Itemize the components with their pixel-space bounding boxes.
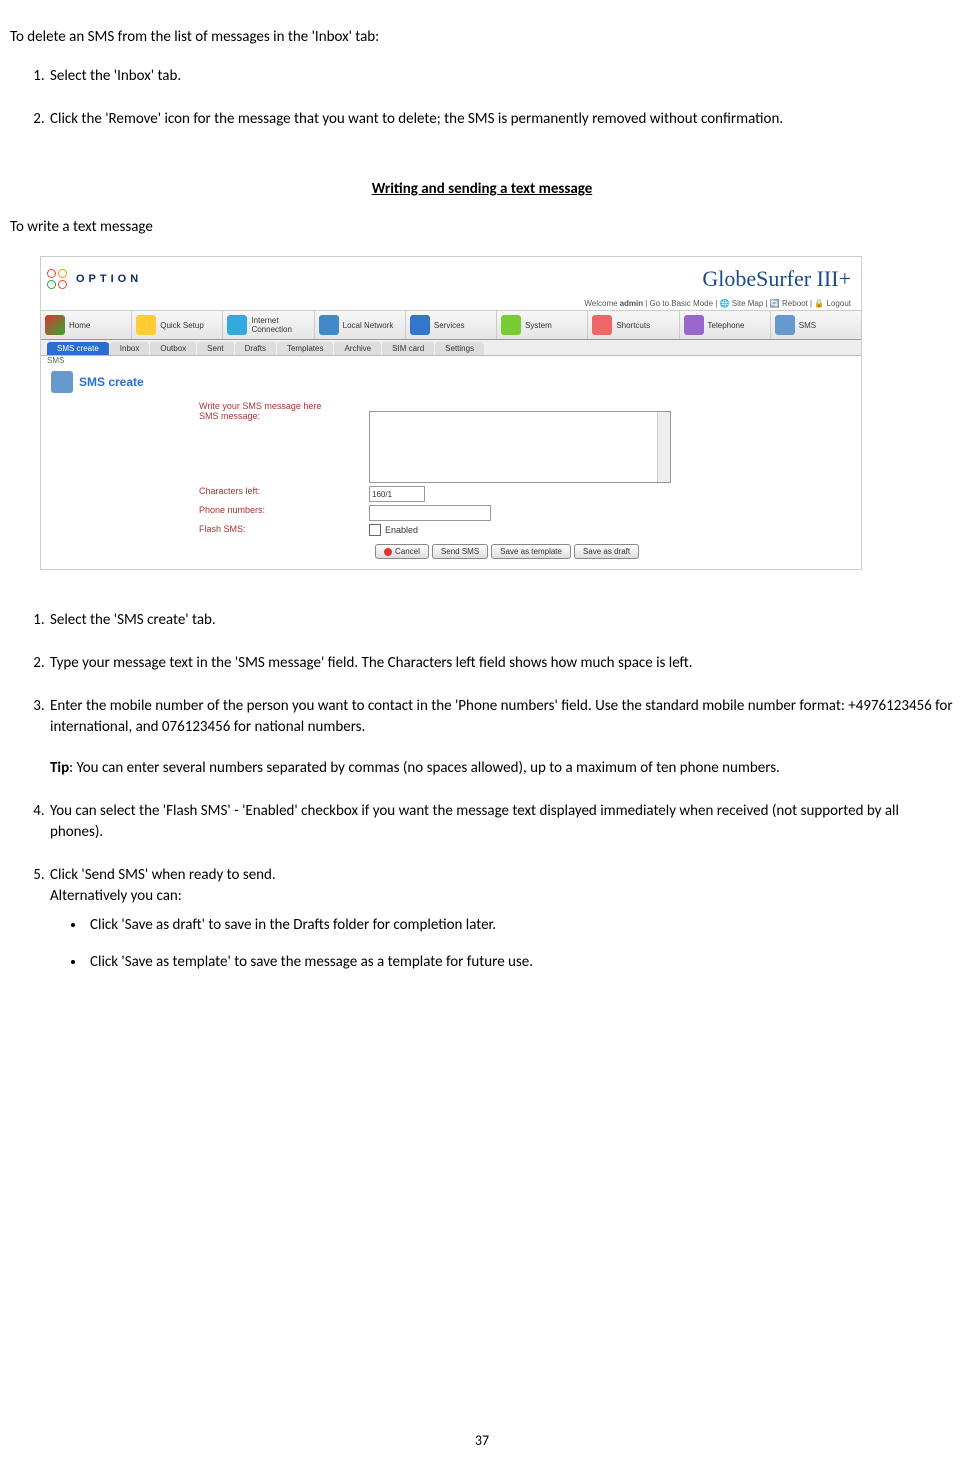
characters-left-value: 160/1 <box>369 486 425 502</box>
subtab-sent[interactable]: Sent <box>197 342 233 355</box>
delete-steps-list: Select the 'Inbox' tab. Click the 'Remov… <box>10 66 954 130</box>
sms-icon <box>51 371 73 393</box>
cancel-icon <box>384 548 392 556</box>
embedded-screenshot: OPTION GlobeSurfer III+ Welcome admin | … <box>40 256 862 570</box>
page-number: 37 <box>0 1432 964 1449</box>
phone-numbers-label: Phone numbers: <box>199 505 369 515</box>
subtab-sms-create[interactable]: SMS create <box>47 342 109 355</box>
write-step-3: Enter the mobile number of the person yo… <box>48 696 954 779</box>
subtab-sim-card[interactable]: SIM card <box>382 342 434 355</box>
services-icon <box>410 315 430 335</box>
section-heading: Writing and sending a text message <box>10 180 954 198</box>
cancel-button[interactable]: Cancel <box>375 544 429 559</box>
welcome-bar: Welcome admin | Go to Basic Mode | 🌐 Sit… <box>41 299 861 310</box>
page-title-row: SMS create <box>51 371 853 393</box>
bullet-save-draft: Click 'Save as draft' to save in the Dra… <box>86 915 954 936</box>
subtab-templates[interactable]: Templates <box>277 342 333 355</box>
scrollbar-icon[interactable] <box>657 412 670 482</box>
lightning-icon <box>136 315 156 335</box>
flash-sms-checkbox[interactable] <box>369 524 381 536</box>
characters-left-label: Characters left: <box>199 486 369 496</box>
tip-body: : You can enter several numbers separate… <box>69 759 780 777</box>
brand-globesurfer: GlobeSurfer III+ <box>702 266 851 292</box>
save-as-draft-button[interactable]: Save as draft <box>574 544 639 559</box>
subtab-settings[interactable]: Settings <box>435 342 484 355</box>
tab-local-network[interactable]: Local Network <box>315 311 406 339</box>
write-step-1: Select the 'SMS create' tab. <box>48 610 954 631</box>
ss-header: OPTION GlobeSurfer III+ <box>41 257 861 299</box>
home-icon <box>45 315 65 335</box>
save-as-template-button[interactable]: Save as template <box>491 544 571 559</box>
bullet-save-template: Click 'Save as template' to save the mes… <box>86 952 954 973</box>
phone-numbers-input[interactable] <box>369 505 491 521</box>
sub-tabs: SMS create Inbox Outbox Sent Drafts Temp… <box>41 340 861 356</box>
sms-message-textarea[interactable] <box>369 411 671 483</box>
traffic-dot-icon <box>47 269 56 278</box>
subtab-archive[interactable]: Archive <box>334 342 381 355</box>
tab-telephone[interactable]: Telephone <box>680 311 771 339</box>
traffic-dot-icon <box>58 280 67 289</box>
button-row: Cancel Send SMS Save as template Save as… <box>375 544 853 559</box>
system-icon <box>501 315 521 335</box>
subtab-outbox[interactable]: Outbox <box>150 342 196 355</box>
write-step-2: Type your message text in the 'SMS messa… <box>48 653 954 674</box>
tab-sms[interactable]: SMS <box>771 311 861 339</box>
corner-sms-label: SMS <box>41 356 861 365</box>
tip-paragraph: Tip: You can enter several numbers separ… <box>50 758 954 779</box>
tip-label: Tip <box>50 759 69 777</box>
alternative-actions-list: Click 'Save as draft' to save in the Dra… <box>50 915 954 973</box>
sms-panel: SMS create Write your SMS message here S… <box>41 365 861 569</box>
write-steps-list: Select the 'SMS create' tab. Type your m… <box>10 610 954 973</box>
delete-step-1: Select the 'Inbox' tab. <box>48 66 954 87</box>
intro-text: To delete an SMS from the list of messag… <box>10 28 954 46</box>
globe-icon <box>227 315 247 335</box>
brand-option: OPTION <box>76 273 142 285</box>
flash-sms-label: Flash SMS: <box>199 524 369 534</box>
subtab-inbox[interactable]: Inbox <box>110 342 150 355</box>
enabled-label: Enabled <box>385 525 418 535</box>
welcome-user: admin <box>620 299 644 308</box>
delete-step-2: Click the 'Remove' icon for the message … <box>48 109 954 130</box>
traffic-dot-icon <box>47 280 56 289</box>
sms-icon <box>775 315 795 335</box>
write-step-4: You can select the 'Flash SMS' - 'Enable… <box>48 801 954 843</box>
tab-quick-setup[interactable]: Quick Setup <box>132 311 223 339</box>
tab-shortcuts[interactable]: Shortcuts <box>588 311 679 339</box>
tab-internet[interactable]: Internet Connection <box>223 311 314 339</box>
send-sms-button[interactable]: Send SMS <box>432 544 488 559</box>
write-intro: To write a text message <box>10 218 954 236</box>
phone-icon <box>684 315 704 335</box>
welcome-prefix: Welcome <box>584 299 617 308</box>
tab-home[interactable]: Home <box>41 311 132 339</box>
sms-message-label: SMS message: <box>199 411 369 421</box>
traffic-dot-icon <box>58 269 67 278</box>
page-title: SMS create <box>79 375 144 389</box>
tab-services[interactable]: Services <box>406 311 497 339</box>
network-icon <box>319 315 339 335</box>
form-hint: Write your SMS message here <box>199 401 853 411</box>
write-step-5: Click 'Send SMS' when ready to send. Alt… <box>48 865 954 973</box>
shortcuts-icon <box>592 315 612 335</box>
subtab-drafts[interactable]: Drafts <box>235 342 276 355</box>
tab-system[interactable]: System <box>497 311 588 339</box>
main-tabs: Home Quick Setup Internet Connection Loc… <box>41 310 861 340</box>
welcome-links[interactable]: | Go to Basic Mode | 🌐 Site Map | 🔄 Rebo… <box>645 299 851 308</box>
